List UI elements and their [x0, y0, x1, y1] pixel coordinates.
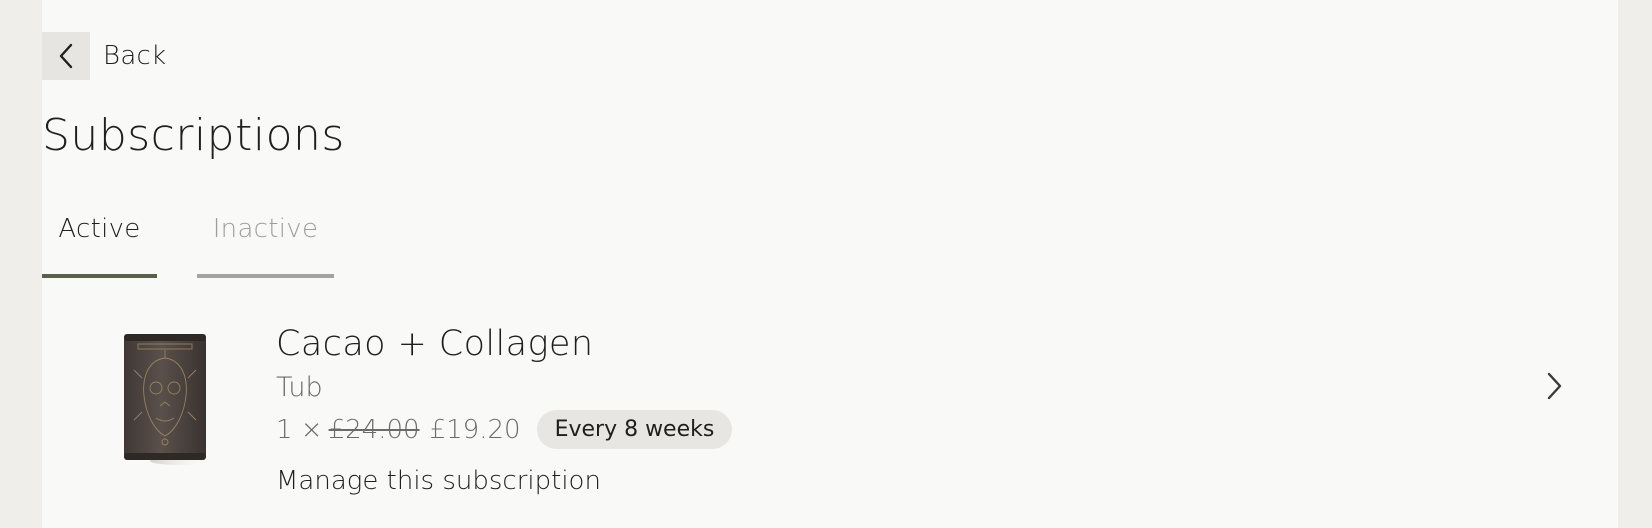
frequency-badge: Every 8 weeks	[536, 410, 733, 449]
subscription-tabs: Active Inactive	[42, 206, 334, 278]
product-image	[124, 334, 210, 465]
chevron-left-icon	[59, 43, 73, 69]
back-button[interactable]: Back	[42, 32, 167, 80]
discounted-price: £19.20	[429, 414, 521, 445]
tab-active[interactable]: Active	[42, 206, 157, 278]
subscription-row[interactable]: Cacao + Collagen Tub 1 × £24.00 £19.20 E…	[42, 310, 1562, 510]
back-icon-button[interactable]	[42, 32, 90, 80]
product-variant: Tub	[276, 372, 323, 403]
back-label[interactable]: Back	[103, 41, 167, 71]
price-line: 1 × £24.00 £19.20 Every 8 weeks	[276, 410, 733, 449]
manage-subscription-link[interactable]: Manage this subscription	[276, 466, 601, 496]
original-price: £24.00	[328, 414, 420, 445]
product-name: Cacao + Collagen	[276, 324, 594, 364]
tab-inactive[interactable]: Inactive	[197, 206, 334, 278]
quantity: 1 ×	[276, 414, 323, 445]
chevron-right-icon[interactable]	[1540, 370, 1568, 402]
page-title: Subscriptions	[42, 110, 345, 161]
